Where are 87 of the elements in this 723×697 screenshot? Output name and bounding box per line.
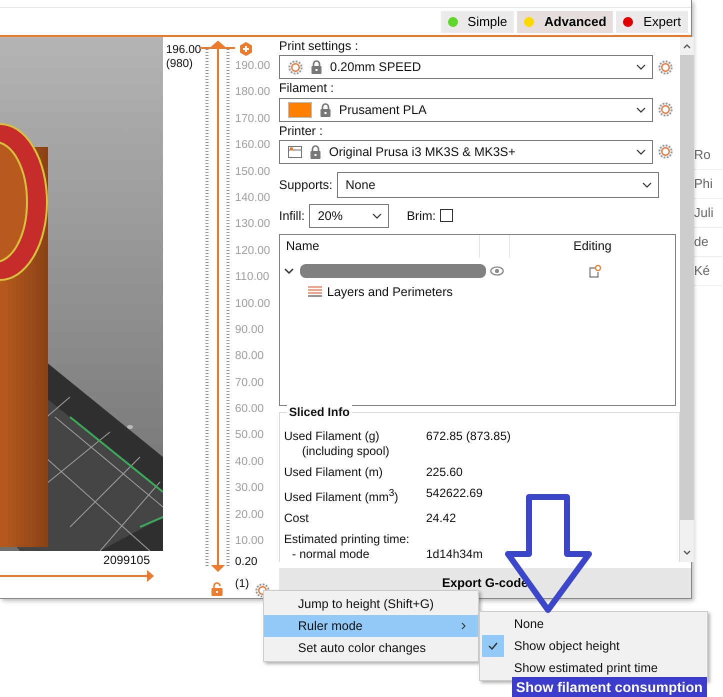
info-label: Cost: [284, 510, 310, 526]
background-text: Ké: [692, 257, 722, 286]
ruler-label: 70.00: [235, 376, 264, 391]
ruler-label: 160.00: [235, 138, 270, 154]
info-label: Used Filament (g): [284, 428, 380, 444]
horizontal-slider[interactable]: [0, 569, 155, 583]
info-label: Used Filament (mm$^{3}$): [284, 486, 400, 505]
menu-item[interactable]: Ruler mode: [264, 615, 478, 637]
group-title: Sliced Info: [287, 404, 352, 419]
tree-item[interactable]: Layers and Perimeters: [327, 284, 453, 299]
checkmark-icon: [488, 642, 498, 650]
edit-preset-icon[interactable]: [658, 144, 673, 160]
slider-bottom-layer: (1): [235, 576, 250, 592]
filament-color-swatch[interactable]: [288, 102, 312, 118]
brim-label: Brim:: [406, 208, 436, 223]
edit-preset-icon[interactable]: [658, 102, 673, 117]
ruler-label: 20.00: [235, 508, 264, 523]
brim-checkbox[interactable]: [440, 209, 453, 222]
preset-combo[interactable]: Original Prusa i3 MK3S & MK3S+: [279, 140, 653, 164]
menu-item[interactable]: Show estimated print time: [480, 657, 707, 679]
ruler-label: 100.00: [235, 296, 270, 312]
preset-label: Print settings :: [279, 39, 360, 55]
background-text: Ro: [692, 141, 722, 170]
ruler-label: 110.00: [235, 270, 270, 286]
preset-combo[interactable]: 0.20mm SPEED: [279, 55, 653, 80]
info-value: 542622.69: [426, 486, 484, 502]
ruler-label: 130.00: [235, 217, 270, 232]
preset-label: Printer :: [279, 124, 324, 140]
ruler-label: 140.00: [235, 190, 270, 206]
infill-combo[interactable]: 20%: [308, 204, 389, 228]
info-value: 1d14h34m: [426, 546, 484, 562]
slider-bottom-value: 0.20: [235, 555, 258, 570]
ruler-label: 40.00: [235, 454, 264, 470]
info-value: 672.85 (873.85): [426, 428, 512, 444]
info-label: - normal mode: [291, 546, 370, 562]
mode-button[interactable]: Simple: [440, 10, 514, 32]
printer-icon: [288, 146, 302, 158]
menu-item[interactable]: None: [480, 613, 707, 635]
ruler-label: 120.00: [235, 244, 270, 259]
scroll-down-icon[interactable]: [683, 550, 691, 556]
edit-settings-icon[interactable]: [588, 264, 602, 278]
infill-label: Infill:: [279, 208, 305, 223]
ruler-label: 180.00: [235, 85, 270, 100]
menu-item[interactable]: Set auto color changes: [264, 637, 478, 659]
lock-icon: [311, 60, 322, 74]
ruler-label: 80.00: [235, 349, 264, 364]
3d-viewport-drawing[interactable]: [0, 37, 163, 551]
slider-top-value: 196.00: [166, 43, 202, 57]
lock-icon: [320, 102, 331, 116]
ruler-label: 30.00: [235, 481, 264, 496]
slider-top-layer: (980): [166, 57, 193, 71]
scrollbar[interactable]: [680, 37, 694, 562]
ruler-label: 150.00: [235, 164, 270, 180]
menu-item[interactable]: Show object height: [480, 635, 707, 657]
background-text: Juli: [692, 199, 722, 228]
ruler-label: 10.00: [235, 534, 264, 550]
layers-icon: [308, 286, 322, 298]
info-value: 225.60: [426, 464, 464, 480]
add-color-change-icon[interactable]: [239, 42, 253, 56]
info-value: 24.42: [426, 510, 458, 526]
annotation-label: Show filament consumption: [512, 677, 707, 697]
background-text: de: [692, 228, 722, 257]
supports-label: Supports:: [279, 178, 333, 192]
info-label: (including spool): [301, 444, 390, 459]
edit-preset-icon[interactable]: [658, 60, 673, 75]
ruler-label: 50.00: [235, 428, 264, 444]
mode-button[interactable]: Advanced: [517, 10, 614, 32]
preset-combo[interactable]: Prusament PLA: [279, 98, 653, 122]
info-label: Used Filament (m): [284, 464, 384, 480]
supports-combo[interactable]: None: [336, 172, 659, 198]
ruler-label: 190.00: [235, 59, 270, 74]
slider-value: 2099105: [103, 553, 151, 567]
ruler-label: 60.00: [235, 402, 264, 418]
info-label: Estimated printing time:: [284, 532, 410, 547]
print-settings-icon[interactable]: [288, 60, 303, 75]
background-text: Phi: [692, 170, 722, 199]
ruler-label: 170.00: [235, 112, 270, 127]
column-header[interactable]: Name: [280, 234, 480, 258]
lock-icon: [310, 144, 321, 159]
eye-icon[interactable]: [490, 266, 504, 276]
ruler-label: 90.00: [235, 322, 264, 338]
column-header[interactable]: Editing: [510, 234, 675, 258]
mode-button[interactable]: Expert: [616, 10, 688, 32]
unlock-icon[interactable]: [211, 582, 223, 596]
collapse-icon[interactable]: [284, 266, 294, 276]
scroll-up-icon[interactable]: [683, 43, 691, 49]
preset-label: Filament :: [279, 81, 335, 98]
